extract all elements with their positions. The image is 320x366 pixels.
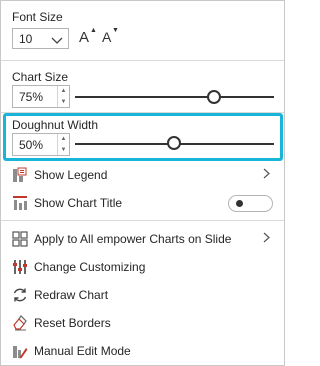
manual-edit-icon (12, 343, 28, 359)
chart-size-label: Chart Size (12, 70, 69, 84)
chart-size-slider-track[interactable] (75, 96, 274, 98)
reset-borders-label: Reset Borders (34, 316, 111, 330)
divider (1, 60, 284, 61)
chevron-right-icon (263, 232, 270, 246)
chart-title-icon (12, 195, 28, 211)
chevron-right-icon (263, 168, 270, 182)
manual-edit-mode-item[interactable]: Manual Edit Mode (1, 338, 284, 364)
reset-borders-item[interactable]: Reset Borders (1, 310, 284, 336)
chart-options-panel: Font Size 10 A ▲ A ▼ Chart Size 75% ▲ ▼ … (0, 0, 285, 366)
decrease-arrow-icon: ▼ (112, 27, 119, 34)
manual-edit-mode-label: Manual Edit Mode (34, 344, 131, 358)
spin-up-icon[interactable]: ▲ (59, 86, 68, 96)
legend-icon (12, 167, 28, 183)
toggle-knob (236, 200, 243, 207)
chart-size-slider-thumb[interactable] (207, 90, 221, 104)
decrease-font-button[interactable]: A ▼ (102, 27, 119, 49)
show-legend-label: Show Legend (34, 168, 108, 182)
font-size-label: Font Size (12, 10, 63, 24)
highlight-box (3, 113, 283, 161)
redraw-icon (12, 287, 28, 303)
increase-arrow-icon: ▲ (90, 27, 97, 34)
chevron-down-icon (51, 34, 63, 48)
change-customizing-item[interactable]: Change Customizing (1, 254, 284, 280)
chart-size-value: 75% (19, 90, 44, 104)
show-chart-title-item[interactable]: Show Chart Title (1, 190, 284, 216)
font-size-select[interactable]: 10 (12, 28, 69, 49)
apply-grid-icon (12, 231, 28, 247)
chart-size-spinner[interactable]: 75% ▲ ▼ (12, 85, 70, 108)
customizing-icon (12, 259, 28, 275)
spin-arrows: ▲ ▼ (57, 86, 69, 107)
font-size-value: 10 (19, 32, 33, 46)
change-customizing-label: Change Customizing (34, 260, 146, 274)
show-chart-title-toggle[interactable] (228, 195, 273, 212)
show-chart-title-label: Show Chart Title (34, 196, 123, 210)
spin-down-icon[interactable]: ▼ (59, 97, 68, 107)
reset-borders-icon (12, 315, 28, 331)
divider (1, 220, 284, 221)
apply-to-all-label: Apply to All empower Charts on Slide (34, 232, 232, 246)
decrease-font-label: A (102, 29, 112, 45)
increase-font-button[interactable]: A ▲ (79, 27, 97, 49)
increase-font-label: A (79, 29, 90, 46)
redraw-chart-item[interactable]: Redraw Chart (1, 282, 284, 308)
redraw-chart-label: Redraw Chart (34, 288, 109, 302)
show-legend-item[interactable]: Show Legend (1, 162, 284, 188)
apply-to-all-item[interactable]: Apply to All empower Charts on Slide (1, 226, 284, 252)
